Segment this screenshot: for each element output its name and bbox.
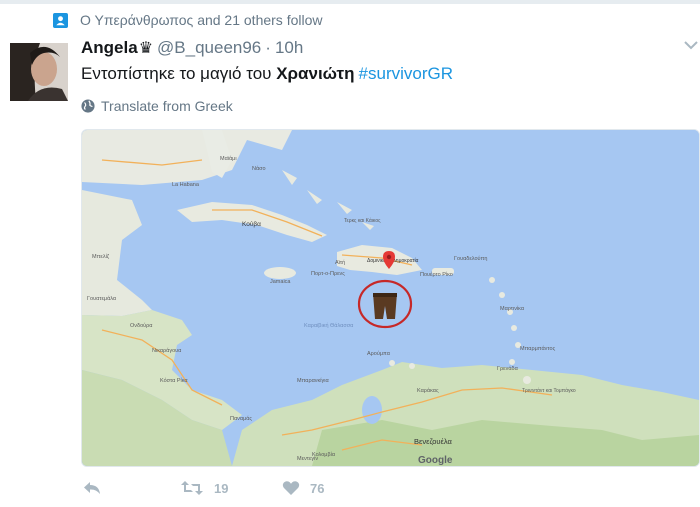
social-context[interactable]: Ο Υπεράνθρωπος and 21 others follow: [53, 12, 323, 28]
map-label-martinique: Μαρτινίκα: [500, 306, 525, 312]
map-label-miami: Μαϊάμι: [220, 155, 237, 162]
map-label-cuba: Κούβα: [242, 220, 261, 228]
author-handle[interactable]: @B_queen96: [157, 38, 261, 58]
retweet-count: 19: [214, 480, 229, 496]
map-label-costa-rica: Κόστα Ρίκα: [160, 377, 188, 384]
tweet-timestamp[interactable]: 10h: [275, 38, 303, 58]
reply-icon: [84, 482, 100, 494]
map-label-barbados: Μπαρμπάντος: [520, 345, 556, 352]
author-name[interactable]: Angela: [81, 38, 138, 58]
map-label-aruba: Αρούμπα: [367, 350, 391, 357]
map-label-haiti: Αϊτή: [335, 259, 345, 266]
map-label-nicaragua: Νικαράγουα: [152, 347, 182, 354]
map-label-turks: Τερκς και Κάικος: [344, 217, 381, 224]
map-label-medellin: Μεντεγίν: [297, 456, 318, 462]
tweet-text-bold: Χρανιώτη: [276, 64, 355, 83]
hashtag-link[interactable]: #survivorGR: [359, 64, 453, 83]
avatar[interactable]: [10, 43, 68, 101]
map-label-panama: Παναμάς: [230, 415, 252, 422]
tweet-header: Angela ♛ @B_queen96 · 10h: [81, 38, 303, 58]
chevron-down-icon[interactable]: [684, 40, 698, 50]
tweet-actions: 19 76: [0, 470, 700, 507]
user-icon: [53, 12, 68, 28]
map-label-guatemala: Γουατεμάλα: [87, 295, 117, 302]
retweet-icon: [181, 481, 203, 495]
tweet-text: Εντοπίστηκε το μαγιό του Χρανιώτη #surviv…: [81, 64, 453, 84]
map-label-caribbean-sea: Καραϊβική Θάλασσα: [304, 322, 354, 329]
globe-icon: [81, 99, 95, 113]
like-count: 76: [310, 480, 325, 496]
map-label-barranquilla: Μπαρανκίγια: [297, 378, 329, 384]
translate-label: Translate from Greek: [101, 98, 233, 114]
header-separator: ·: [265, 38, 271, 57]
map-label-caracas: Καράκας: [417, 387, 439, 394]
translate-link[interactable]: Translate from Greek: [81, 98, 233, 114]
land-jamaica: [264, 267, 296, 279]
social-context-text: Ο Υπεράνθρωπος and 21 others follow: [80, 12, 323, 28]
map-label-venezuela: Βενεζουέλα: [414, 437, 452, 446]
map-label-trinidad: Τρινιντάντ και Τομπάγκο: [522, 387, 576, 394]
map-label-port-au-prince: Πορτ-ο-Πρενς: [311, 271, 345, 277]
map-image[interactable]: La Habana Κούβα Jamaica Αϊτή Δομινικανή …: [81, 129, 700, 467]
map-label-grenada: Γρενάδα: [497, 365, 519, 372]
map-label-belize: Μπελίζ: [92, 254, 110, 260]
crown-icon: ♛: [138, 40, 154, 57]
lake-maracaibo: [362, 396, 382, 424]
retweet-button[interactable]: 19: [180, 480, 228, 496]
map-label-honduras: Ονδούρα: [130, 322, 153, 329]
map-label-guadeloupe: Γουαδελούπη: [454, 255, 487, 262]
map-label-havana: La Habana: [172, 182, 200, 188]
avatar-image: [10, 43, 68, 101]
top-divider: [0, 0, 700, 4]
map-label-bahamas: Νάσο: [252, 165, 266, 172]
map-label-puerto-rico: Πουέρτο Ρίκο: [420, 271, 453, 278]
reply-button[interactable]: [82, 480, 112, 496]
like-button[interactable]: 76: [282, 480, 324, 496]
map-label-jamaica: Jamaica: [270, 279, 291, 285]
tweet-text-plain: Εντοπίστηκε το μαγιό του: [81, 64, 277, 83]
heart-icon: [282, 481, 300, 495]
google-logo: Google: [418, 455, 453, 466]
